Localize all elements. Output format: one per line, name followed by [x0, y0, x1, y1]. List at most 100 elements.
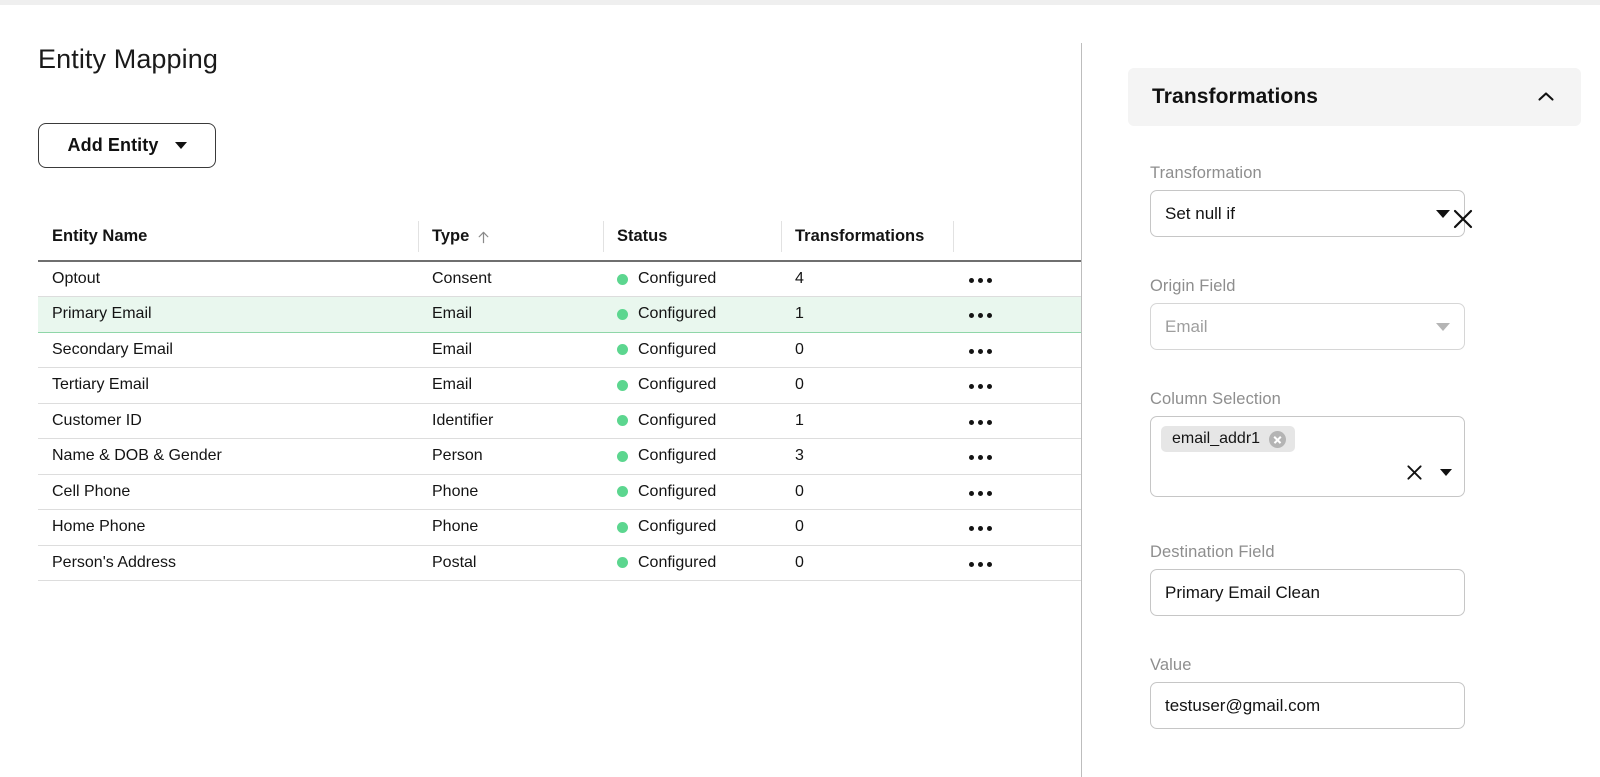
cell-transformations-count: 0	[781, 545, 953, 581]
cell-actions	[953, 510, 1081, 546]
origin-field-select[interactable]: Email	[1150, 303, 1465, 350]
cell-entity-name: Name & DOB & Gender	[38, 439, 418, 475]
add-entity-button[interactable]: Add Entity	[38, 123, 216, 168]
table-row[interactable]: Primary EmailEmailConfigured1	[38, 297, 1081, 333]
cell-actions	[953, 403, 1081, 439]
cell-status: Configured	[603, 368, 781, 404]
column-header-transformations-label: Transformations	[795, 227, 924, 246]
cell-entity-name: Cell Phone	[38, 474, 418, 510]
cell-type: Phone	[418, 474, 603, 510]
cell-entity-name: Primary Email	[38, 297, 418, 333]
table-row[interactable]: Customer IDIdentifierConfigured1	[38, 403, 1081, 439]
column-header-transformations[interactable]: Transformations	[781, 212, 953, 261]
cell-transformations-count: 0	[781, 510, 953, 546]
ellipsis-icon[interactable]	[967, 345, 994, 358]
cell-actions	[953, 439, 1081, 475]
value-field-input[interactable]	[1150, 682, 1465, 729]
value-field-label: Value	[1150, 656, 1580, 675]
transformation-field-group: Transformation Set null if	[1150, 164, 1580, 237]
cell-status: Configured	[603, 297, 781, 333]
entity-mapping-screen: Entity Mapping Add Entity Entity Name	[0, 0, 1600, 777]
cell-actions	[953, 332, 1081, 368]
page-title: Entity Mapping	[38, 44, 218, 75]
ellipsis-icon[interactable]	[967, 451, 994, 464]
cell-entity-name: Person's Address	[38, 545, 418, 581]
cell-entity-name: Secondary Email	[38, 332, 418, 368]
destination-field-input[interactable]	[1150, 569, 1465, 616]
arrow-up-icon	[476, 230, 491, 245]
cell-entity-name: Home Phone	[38, 510, 418, 546]
transformations-pane: Transformations Transformation Set null …	[1128, 0, 1600, 777]
status-label: Configured	[638, 376, 716, 394]
chevron-up-icon[interactable]	[1535, 86, 1557, 108]
remove-transformation-button[interactable]	[1450, 206, 1476, 232]
cell-type: Postal	[418, 545, 603, 581]
ellipsis-icon[interactable]	[967, 522, 994, 535]
table-header-row: Entity Name Type	[38, 212, 1081, 261]
column-selection-field-group: Column Selection email_addr1	[1150, 390, 1580, 497]
cell-status: Configured	[603, 439, 781, 475]
value-field-group: Value	[1150, 656, 1580, 729]
transformation-label: Transformation	[1150, 164, 1580, 183]
status-dot-icon	[617, 415, 628, 426]
cell-status: Configured	[603, 474, 781, 510]
table-row[interactable]: Tertiary EmailEmailConfigured0	[38, 368, 1081, 404]
ellipsis-icon[interactable]	[967, 416, 994, 429]
origin-field-value: Email	[1165, 317, 1208, 337]
cell-type: Person	[418, 439, 603, 475]
destination-field-group: Destination Field	[1150, 543, 1580, 616]
caret-down-icon	[175, 142, 187, 149]
cell-transformations-count: 3	[781, 439, 953, 475]
ellipsis-icon[interactable]	[967, 309, 994, 322]
status-label: Configured	[638, 412, 716, 430]
transformation-select[interactable]: Set null if	[1150, 190, 1465, 237]
column-header-type-label: Type	[432, 227, 469, 246]
clear-selection-button[interactable]	[1405, 463, 1424, 482]
cell-transformations-count: 0	[781, 474, 953, 510]
chip-remove-icon[interactable]	[1269, 431, 1286, 448]
ellipsis-icon[interactable]	[967, 487, 994, 500]
table-row[interactable]: Secondary EmailEmailConfigured0	[38, 332, 1081, 368]
status-label: Configured	[638, 554, 716, 572]
column-header-type[interactable]: Type	[418, 212, 603, 261]
status-dot-icon	[617, 344, 628, 355]
transformation-selected-value: Set null if	[1165, 204, 1235, 224]
cell-status: Configured	[603, 545, 781, 581]
transformations-panel-title: Transformations	[1152, 85, 1318, 109]
entity-table-body: OptoutConsentConfigured4Primary EmailEma…	[38, 261, 1081, 581]
table-row[interactable]: Person's AddressPostal Configured 0	[38, 545, 1081, 581]
transformations-panel-header[interactable]: Transformations	[1128, 68, 1581, 126]
cell-type: Identifier	[418, 403, 603, 439]
column-header-entity-name-label: Entity Name	[52, 227, 147, 246]
cell-type: Email	[418, 368, 603, 404]
caret-down-icon[interactable]	[1440, 469, 1452, 476]
table-row[interactable]: Cell PhonePhone Configured 0	[38, 474, 1081, 510]
cell-status: Configured	[603, 510, 781, 546]
column-header-status[interactable]: Status	[603, 212, 781, 261]
ellipsis-icon[interactable]	[967, 274, 994, 287]
origin-field-label: Origin Field	[1150, 277, 1580, 296]
status-dot-icon	[617, 309, 628, 320]
cell-status: Configured	[603, 332, 781, 368]
table-row[interactable]: OptoutConsentConfigured4	[38, 261, 1081, 297]
table-row[interactable]: Name & DOB & GenderPersonConfigured3	[38, 439, 1081, 475]
cell-entity-name: Tertiary Email	[38, 368, 418, 404]
status-dot-icon	[617, 451, 628, 462]
ellipsis-icon[interactable]	[967, 380, 994, 393]
cell-transformations-count: 4	[781, 261, 953, 297]
add-entity-label: Add Entity	[68, 135, 159, 156]
column-header-entity-name[interactable]: Entity Name	[38, 212, 418, 261]
cell-actions	[953, 474, 1081, 510]
column-header-actions	[953, 212, 1081, 261]
ellipsis-icon[interactable]	[967, 558, 994, 571]
column-selection-multiselect[interactable]: email_addr1	[1150, 416, 1465, 497]
table-row[interactable]: Home PhonePhoneConfigured0	[38, 510, 1081, 546]
status-dot-icon	[617, 380, 628, 391]
cell-type: Phone	[418, 510, 603, 546]
cell-type: Consent	[418, 261, 603, 297]
cell-status: Configured	[603, 261, 781, 297]
status-label: Configured	[638, 483, 716, 501]
column-selection-label: Column Selection	[1150, 390, 1580, 409]
status-dot-icon	[617, 557, 628, 568]
column-chip[interactable]: email_addr1	[1161, 426, 1295, 452]
